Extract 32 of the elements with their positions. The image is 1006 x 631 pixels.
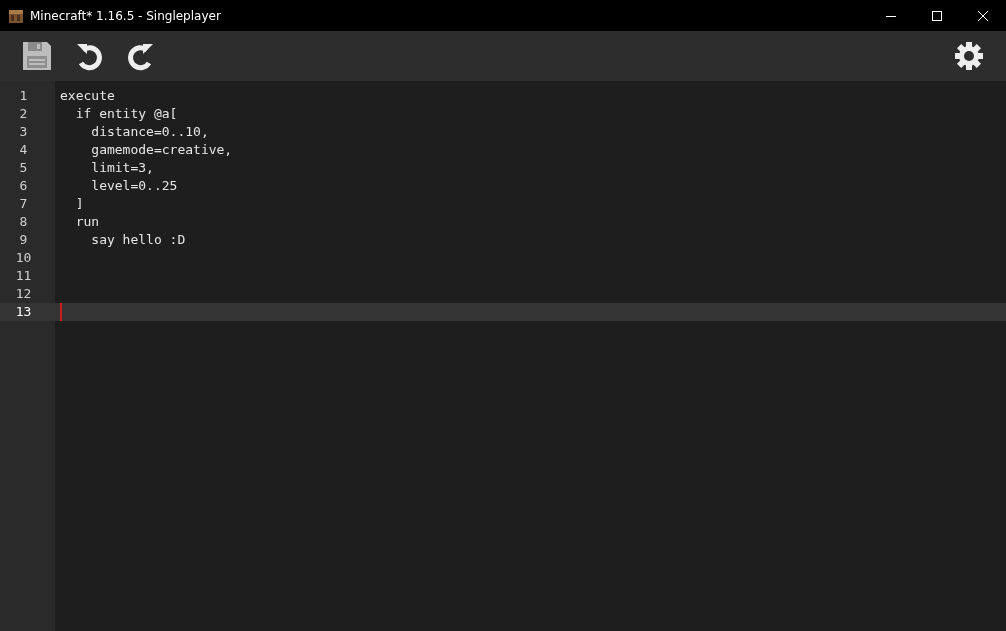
line-number: 10: [14, 249, 33, 267]
line-number: 8: [18, 213, 29, 231]
redo-icon: [126, 41, 156, 71]
line-number: 12: [14, 285, 33, 303]
line-number: 2: [18, 105, 29, 123]
code-line: gamemode=creative,: [90, 141, 233, 159]
code-line: limit=3,: [90, 159, 154, 177]
close-icon: [978, 10, 988, 21]
line-number: 1: [18, 87, 29, 105]
save-icon: [22, 41, 52, 71]
save-button[interactable]: [20, 39, 54, 73]
code-line: if entity @a[: [74, 105, 178, 123]
line-number: 9: [18, 231, 29, 249]
line-number: 6: [18, 177, 29, 195]
window-title: Minecraft* 1.16.5 - Singleplayer: [30, 7, 221, 25]
line-number: 13: [14, 303, 33, 321]
settings-button[interactable]: [952, 39, 986, 73]
line-number: 4: [18, 141, 29, 159]
line-number: 11: [14, 267, 33, 285]
code-line: execute: [59, 87, 115, 105]
settings-icon: [954, 41, 984, 71]
code-line: ]: [74, 195, 84, 213]
code-line: distance=0..10,: [90, 123, 209, 141]
maximize-icon: [932, 10, 942, 21]
code-line: run: [74, 213, 100, 231]
app-icon: [8, 7, 24, 24]
line-number: 3: [18, 123, 29, 141]
line-number: 5: [18, 159, 29, 177]
code-line: level=0..25: [90, 177, 178, 195]
line-number: 7: [18, 195, 29, 213]
text-cursor: [60, 303, 62, 321]
code-line: say hello :D: [90, 231, 186, 249]
